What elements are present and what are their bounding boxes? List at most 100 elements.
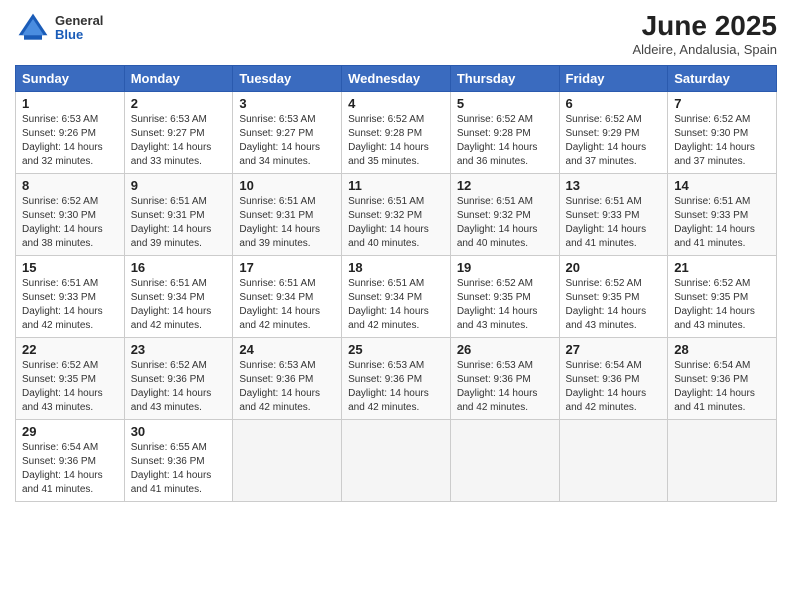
calendar-cell: 18 Sunrise: 6:51 AMSunset: 9:34 PMDayligh…: [342, 256, 451, 338]
day-number: 4: [348, 96, 444, 111]
day-info: Sunrise: 6:53 AMSunset: 9:27 PMDaylight:…: [239, 113, 335, 169]
day-number: 27: [566, 342, 662, 357]
day-number: 6: [566, 96, 662, 111]
calendar-cell: 27 Sunrise: 6:54 AMSunset: 9:36 PMDayligh…: [559, 338, 668, 420]
day-info: Sunrise: 6:52 AMSunset: 9:35 PMDaylight:…: [674, 277, 770, 333]
day-info: Sunrise: 6:52 AMSunset: 9:35 PMDaylight:…: [457, 277, 553, 333]
logo-general: General: [55, 14, 103, 28]
day-number: 19: [457, 260, 553, 275]
header-row: SundayMondayTuesdayWednesdayThursdayFrid…: [16, 66, 777, 92]
calendar-cell: 19 Sunrise: 6:52 AMSunset: 9:35 PMDayligh…: [450, 256, 559, 338]
day-info: Sunrise: 6:53 AMSunset: 9:36 PMDaylight:…: [348, 359, 444, 415]
day-number: 23: [131, 342, 227, 357]
calendar-cell: [668, 420, 777, 502]
calendar-cell: 20Sunrise: 6:52 AMSunset: 9:35 PMDayligh…: [559, 256, 668, 338]
calendar-cell: 12Sunrise: 6:51 AMSunset: 9:32 PMDayligh…: [450, 174, 559, 256]
calendar-cell: 25 Sunrise: 6:53 AMSunset: 9:36 PMDayligh…: [342, 338, 451, 420]
day-header-friday: Friday: [559, 66, 668, 92]
calendar-cell: 28Sunrise: 6:54 AMSunset: 9:36 PMDayligh…: [668, 338, 777, 420]
calendar-cell: [450, 420, 559, 502]
logo-text: General Blue: [55, 14, 103, 43]
day-number: 2: [131, 96, 227, 111]
day-info: Sunrise: 6:53 AMSunset: 9:26 PMDaylight:…: [22, 113, 118, 169]
calendar-cell: 5Sunrise: 6:52 AMSunset: 9:28 PMDaylight…: [450, 92, 559, 174]
day-info: Sunrise: 6:52 AMSunset: 9:28 PMDaylight:…: [457, 113, 553, 169]
calendar-cell: 15Sunrise: 6:51 AMSunset: 9:33 PMDayligh…: [16, 256, 125, 338]
calendar-cell: 11 Sunrise: 6:51 AMSunset: 9:32 PMDayligh…: [342, 174, 451, 256]
location: Aldeire, Andalusia, Spain: [632, 42, 777, 57]
day-info: Sunrise: 6:51 AMSunset: 9:31 PMDaylight:…: [239, 195, 335, 251]
day-header-saturday: Saturday: [668, 66, 777, 92]
day-info: Sunrise: 6:52 AMSunset: 9:30 PMDaylight:…: [674, 113, 770, 169]
calendar-cell: 6 Sunrise: 6:52 AMSunset: 9:29 PMDaylight…: [559, 92, 668, 174]
day-info: Sunrise: 6:52 AMSunset: 9:30 PMDaylight:…: [22, 195, 118, 251]
day-info: Sunrise: 6:54 AMSunset: 9:36 PMDaylight:…: [674, 359, 770, 415]
calendar-cell: 1Sunrise: 6:53 AMSunset: 9:26 PMDaylight…: [16, 92, 125, 174]
day-info: Sunrise: 6:53 AMSunset: 9:36 PMDaylight:…: [457, 359, 553, 415]
day-header-sunday: Sunday: [16, 66, 125, 92]
day-number: 21: [674, 260, 770, 275]
day-number: 29: [22, 424, 118, 439]
day-header-thursday: Thursday: [450, 66, 559, 92]
day-number: 3: [239, 96, 335, 111]
calendar-cell: 21 Sunrise: 6:52 AMSunset: 9:35 PMDayligh…: [668, 256, 777, 338]
day-info: Sunrise: 6:51 AMSunset: 9:34 PMDaylight:…: [131, 277, 227, 333]
logo-icon: [15, 10, 51, 46]
calendar-cell: 13 Sunrise: 6:51 AMSunset: 9:33 PMDayligh…: [559, 174, 668, 256]
day-number: 22: [22, 342, 118, 357]
calendar-cell: 16 Sunrise: 6:51 AMSunset: 9:34 PMDayligh…: [124, 256, 233, 338]
day-info: Sunrise: 6:54 AMSunset: 9:36 PMDaylight:…: [22, 441, 118, 497]
day-number: 18: [348, 260, 444, 275]
day-number: 9: [131, 178, 227, 193]
logo: General Blue: [15, 10, 103, 46]
calendar-cell: 7Sunrise: 6:52 AMSunset: 9:30 PMDaylight…: [668, 92, 777, 174]
calendar-cell: 17Sunrise: 6:51 AMSunset: 9:34 PMDayligh…: [233, 256, 342, 338]
day-info: Sunrise: 6:53 AMSunset: 9:36 PMDaylight:…: [239, 359, 335, 415]
day-info: Sunrise: 6:52 AMSunset: 9:29 PMDaylight:…: [566, 113, 662, 169]
calendar-cell: 29 Sunrise: 6:54 AMSunset: 9:36 PMDayligh…: [16, 420, 125, 502]
header: General Blue June 2025 Aldeire, Andalusi…: [15, 10, 777, 57]
calendar-cell: 23 Sunrise: 6:52 AMSunset: 9:36 PMDayligh…: [124, 338, 233, 420]
calendar-cell: [559, 420, 668, 502]
day-number: 24: [239, 342, 335, 357]
calendar-cell: 10 Sunrise: 6:51 AMSunset: 9:31 PMDayligh…: [233, 174, 342, 256]
calendar-cell: 8 Sunrise: 6:52 AMSunset: 9:30 PMDaylight…: [16, 174, 125, 256]
page: General Blue June 2025 Aldeire, Andalusi…: [0, 0, 792, 612]
calendar-cell: 26 Sunrise: 6:53 AMSunset: 9:36 PMDayligh…: [450, 338, 559, 420]
day-info: Sunrise: 6:52 AMSunset: 9:36 PMDaylight:…: [131, 359, 227, 415]
day-info: Sunrise: 6:55 AMSunset: 9:36 PMDaylight:…: [131, 441, 227, 497]
day-number: 13: [566, 178, 662, 193]
calendar-week-4: 22 Sunrise: 6:52 AMSunset: 9:35 PMDayligh…: [16, 338, 777, 420]
day-number: 8: [22, 178, 118, 193]
calendar-table: SundayMondayTuesdayWednesdayThursdayFrid…: [15, 65, 777, 502]
day-header-tuesday: Tuesday: [233, 66, 342, 92]
day-info: Sunrise: 6:51 AMSunset: 9:33 PMDaylight:…: [566, 195, 662, 251]
day-number: 10: [239, 178, 335, 193]
day-header-wednesday: Wednesday: [342, 66, 451, 92]
calendar-cell: 24 Sunrise: 6:53 AMSunset: 9:36 PMDayligh…: [233, 338, 342, 420]
day-number: 16: [131, 260, 227, 275]
calendar-cell: 14Sunrise: 6:51 AMSunset: 9:33 PMDayligh…: [668, 174, 777, 256]
day-number: 12: [457, 178, 553, 193]
calendar-cell: [233, 420, 342, 502]
logo-blue: Blue: [55, 28, 103, 42]
day-number: 14: [674, 178, 770, 193]
calendar-week-2: 8 Sunrise: 6:52 AMSunset: 9:30 PMDaylight…: [16, 174, 777, 256]
day-info: Sunrise: 6:54 AMSunset: 9:36 PMDaylight:…: [566, 359, 662, 415]
day-info: Sunrise: 6:51 AMSunset: 9:32 PMDaylight:…: [348, 195, 444, 251]
calendar-cell: [342, 420, 451, 502]
day-number: 26: [457, 342, 553, 357]
day-info: Sunrise: 6:51 AMSunset: 9:34 PMDaylight:…: [348, 277, 444, 333]
calendar-cell: 9 Sunrise: 6:51 AMSunset: 9:31 PMDaylight…: [124, 174, 233, 256]
day-info: Sunrise: 6:51 AMSunset: 9:33 PMDaylight:…: [22, 277, 118, 333]
day-info: Sunrise: 6:52 AMSunset: 9:35 PMDaylight:…: [22, 359, 118, 415]
day-header-monday: Monday: [124, 66, 233, 92]
day-number: 20: [566, 260, 662, 275]
calendar-cell: 2Sunrise: 6:53 AMSunset: 9:27 PMDaylight…: [124, 92, 233, 174]
calendar-week-3: 15Sunrise: 6:51 AMSunset: 9:33 PMDayligh…: [16, 256, 777, 338]
day-number: 25: [348, 342, 444, 357]
day-number: 11: [348, 178, 444, 193]
day-info: Sunrise: 6:51 AMSunset: 9:31 PMDaylight:…: [131, 195, 227, 251]
calendar-week-5: 29 Sunrise: 6:54 AMSunset: 9:36 PMDayligh…: [16, 420, 777, 502]
day-info: Sunrise: 6:51 AMSunset: 9:34 PMDaylight:…: [239, 277, 335, 333]
